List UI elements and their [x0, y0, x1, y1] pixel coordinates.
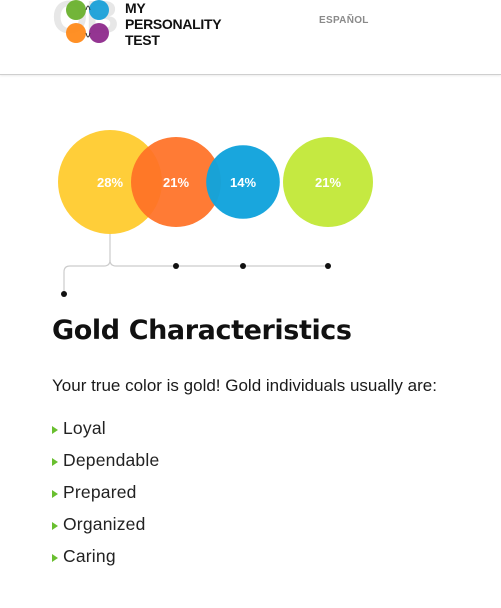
logo-circle-purple — [89, 23, 109, 43]
bullet-arrow-icon — [52, 426, 58, 434]
bullet-arrow-icon — [52, 490, 58, 498]
trait-item: Loyal — [52, 412, 159, 444]
dot-selected — [61, 291, 67, 297]
trait-label: Loyal — [63, 418, 106, 438]
bullet-arrow-icon — [52, 554, 58, 562]
connector-dots — [61, 263, 331, 297]
dot-blue — [240, 263, 246, 269]
trait-label: Caring — [63, 546, 116, 566]
bullet-arrow-icon — [52, 522, 58, 530]
section-title: Gold Characteristics — [52, 315, 352, 346]
bubbles-group: 28% 21% 14% 21% — [58, 130, 373, 234]
trait-item: Dependable — [52, 444, 159, 476]
logo-circle-blue — [89, 0, 109, 20]
bullet-arrow-icon — [52, 458, 58, 466]
trait-label: Dependable — [63, 450, 160, 470]
connector-main — [109, 231, 330, 267]
dot-green — [325, 263, 331, 269]
logo-line-2: PERSONALITY — [125, 16, 222, 32]
logo-wordmark[interactable]: MY PERSONALITY TEST — [125, 0, 222, 48]
trait-label: Organized — [63, 514, 146, 534]
site-header: OB MY PERSONALITY TEST ESPAÑOL — [0, 0, 501, 75]
logo-circle-green — [66, 0, 86, 20]
color-results-chart: 28% 21% 14% 21% — [58, 130, 373, 297]
logo-line-1: MY — [125, 0, 146, 16]
bubble-label-orange: 21% — [163, 175, 189, 190]
intro-text: Your true color is gold! Gold individual… — [52, 376, 437, 395]
bubble-label-gold: 28% — [97, 175, 123, 190]
logo-circle-orange — [66, 23, 86, 43]
dot-orange — [173, 263, 179, 269]
trait-item: Prepared — [52, 476, 159, 508]
trait-label: Prepared — [63, 482, 137, 502]
traits-list: Loyal Dependable Prepared Organized Cari… — [52, 412, 159, 572]
trait-item: Organized — [52, 508, 159, 540]
language-link-espanol[interactable]: ESPAÑOL — [319, 15, 369, 26]
bubble-label-blue: 14% — [230, 175, 256, 190]
connector-branch — [63, 259, 111, 294]
logo-icon[interactable] — [62, 0, 114, 50]
connector-lines — [63, 231, 330, 294]
logo-line-3: TEST — [125, 32, 160, 48]
bubble-label-green: 21% — [315, 175, 341, 190]
trait-item: Caring — [52, 540, 159, 572]
